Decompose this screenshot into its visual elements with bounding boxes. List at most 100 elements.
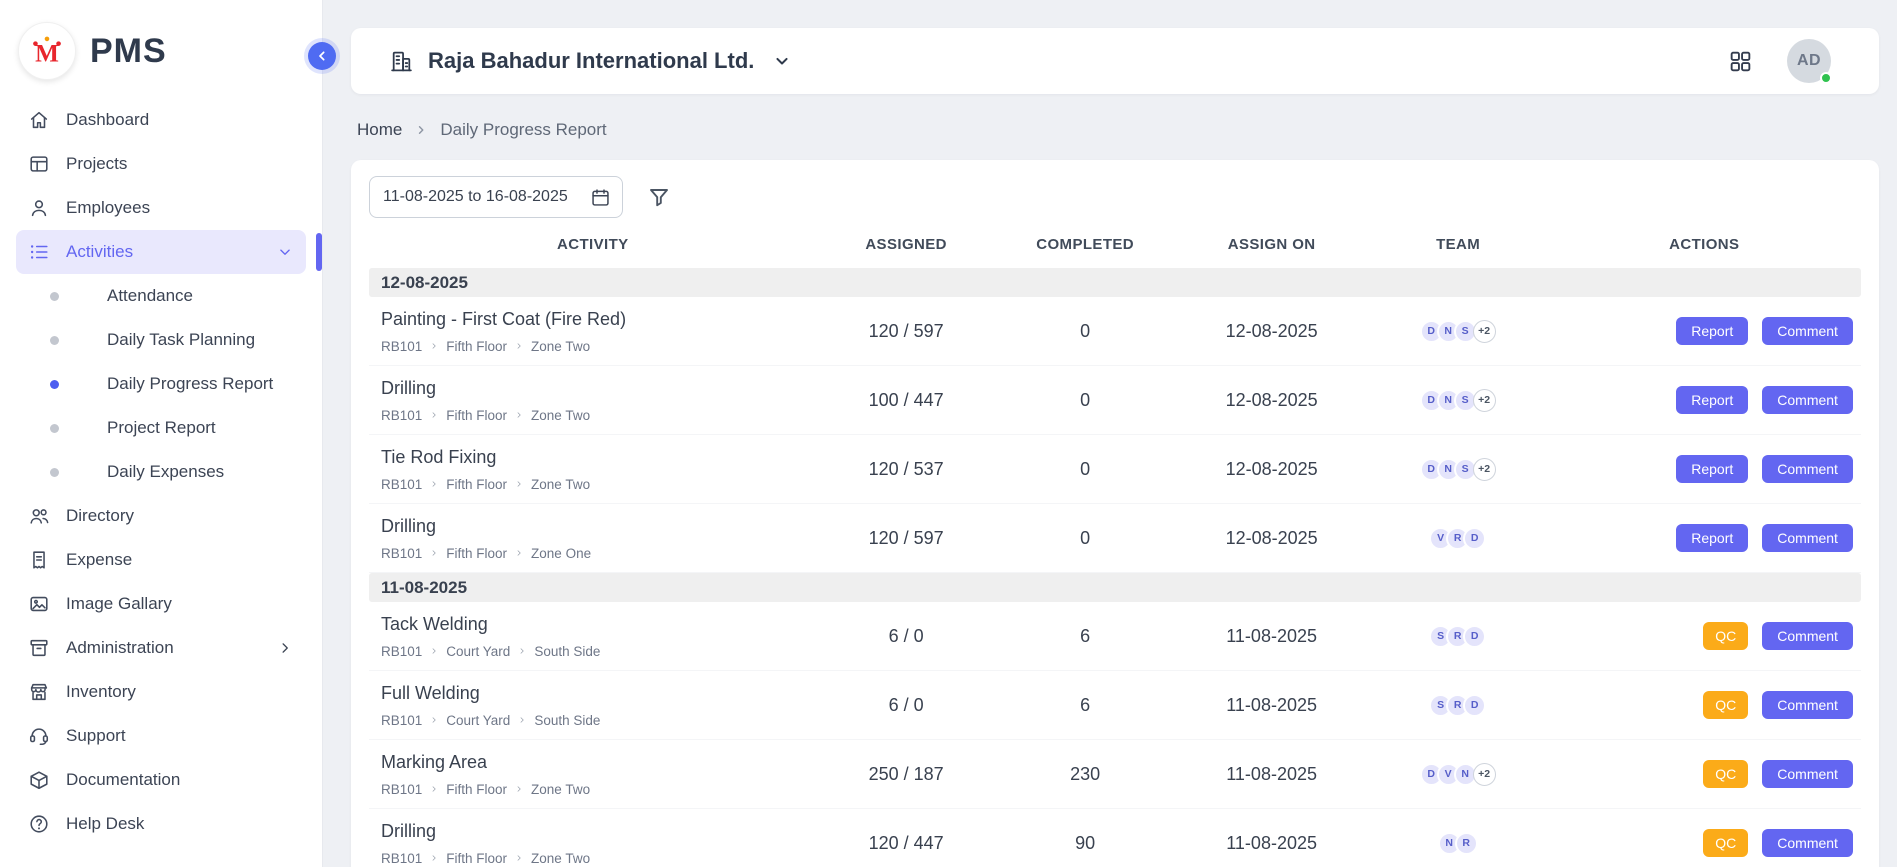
sidebar-item-label: Documentation xyxy=(66,770,180,790)
activity-cell: DrillingRB101Fifth FloorZone Two xyxy=(369,821,817,866)
qc-button[interactable]: QC xyxy=(1703,760,1748,789)
chevron-right-icon xyxy=(429,479,439,489)
sidebar-item-help-desk[interactable]: Help Desk xyxy=(16,802,306,846)
app-title: PMS xyxy=(90,32,167,71)
report-button[interactable]: Report xyxy=(1676,317,1748,346)
team-member-avatar[interactable]: D xyxy=(1463,694,1486,717)
path-segment: RB101 xyxy=(381,477,422,492)
sidebar-item-inventory[interactable]: Inventory xyxy=(16,670,306,714)
activity-location-path: RB101Fifth FloorZone Two xyxy=(381,477,817,492)
employee-icon xyxy=(28,197,50,219)
qc-button[interactable]: QC xyxy=(1703,622,1748,651)
qc-button[interactable]: QC xyxy=(1703,691,1748,720)
path-segment: Fifth Floor xyxy=(446,477,507,492)
table-body: 12-08-2025Painting - First Coat (Fire Re… xyxy=(369,268,1861,867)
activity-cell: Drilling RB101Fifth FloorZone One xyxy=(369,516,817,561)
apps-grid-icon[interactable] xyxy=(1728,49,1753,74)
sidebar-subitem-project-report[interactable]: Project Report xyxy=(16,406,306,450)
activity-row: DrillingRB101Fifth FloorZone Two120 / 44… xyxy=(369,809,1861,867)
path-segment: RB101 xyxy=(381,713,422,728)
company-name: Raja Bahadur International Ltd. xyxy=(428,48,754,74)
comment-button[interactable]: Comment xyxy=(1762,317,1853,346)
comment-button[interactable]: Comment xyxy=(1762,829,1853,858)
bullet-icon xyxy=(50,292,59,301)
report-button[interactable]: Report xyxy=(1676,386,1748,415)
chevron-right-icon xyxy=(514,410,524,420)
comment-button[interactable]: Comment xyxy=(1762,524,1853,553)
sidebar-item-projects[interactable]: Projects xyxy=(16,142,306,186)
sidebar-subitem-daily-task-planning[interactable]: Daily Task Planning xyxy=(16,318,306,362)
comment-button[interactable]: Comment xyxy=(1762,760,1853,789)
path-segment: Court Yard xyxy=(446,644,510,659)
team-more-chip[interactable]: +2 xyxy=(1473,320,1496,343)
filter-icon[interactable] xyxy=(647,185,671,209)
sidebar-subitem-attendance[interactable]: Attendance xyxy=(16,274,306,318)
comment-button[interactable]: Comment xyxy=(1762,386,1853,415)
report-button[interactable]: Report xyxy=(1676,455,1748,484)
sidebar-subitem-label: Project Report xyxy=(107,418,216,438)
company-selector[interactable]: Raja Bahadur International Ltd. xyxy=(389,48,792,74)
comment-button[interactable]: Comment xyxy=(1762,622,1853,651)
path-segment: RB101 xyxy=(381,546,422,561)
report-button[interactable]: Report xyxy=(1676,524,1748,553)
directory-icon xyxy=(28,505,50,527)
path-segment: Fifth Floor xyxy=(446,782,507,797)
sidebar-item-label: Administration xyxy=(66,638,174,658)
actions-cell: QC Comment xyxy=(1548,760,1861,789)
sidebar-item-administration[interactable]: Administration xyxy=(16,626,306,670)
documentation-icon xyxy=(28,769,50,791)
path-segment: Zone Two xyxy=(531,408,590,423)
column-header-activity: ACTIVITY xyxy=(369,236,817,253)
sidebar-item-dashboard[interactable]: Dashboard xyxy=(16,98,306,142)
chevron-right-icon xyxy=(514,548,524,558)
activity-title: Drilling xyxy=(381,516,817,537)
activity-row: DrillingRB101Fifth FloorZone One120 / 59… xyxy=(369,504,1861,573)
sidebar-subitem-daily-progress-report[interactable]: Daily Progress Report xyxy=(16,362,306,406)
sidebar-item-employees[interactable]: Employees xyxy=(16,186,306,230)
chevron-left-icon xyxy=(314,48,330,64)
path-segment: Zone Two xyxy=(531,851,590,866)
date-group-header: 12-08-2025 xyxy=(369,268,1861,297)
team-member-avatar[interactable]: D xyxy=(1463,625,1486,648)
chevron-down-icon xyxy=(772,51,792,71)
activity-title: Drilling xyxy=(381,821,817,842)
sidebar-item-support[interactable]: Support xyxy=(16,714,306,758)
team-more-chip[interactable]: +2 xyxy=(1473,458,1496,481)
completed-value: 0 xyxy=(996,528,1175,549)
date-range-input[interactable]: 11-08-2025 to 16-08-2025 xyxy=(369,176,623,218)
svg-text:M: M xyxy=(35,41,59,68)
sidebar-item-activities[interactable]: Activities xyxy=(16,230,306,274)
chevron-down-icon xyxy=(276,243,294,261)
team-more-chip[interactable]: +2 xyxy=(1473,389,1496,412)
sidebar-item-label: Inventory xyxy=(66,682,136,702)
qc-button[interactable]: QC xyxy=(1703,829,1748,858)
completed-value: 6 xyxy=(996,626,1175,647)
assign-on-date: 11-08-2025 xyxy=(1175,626,1369,647)
breadcrumb-home[interactable]: Home xyxy=(357,120,402,140)
sidebar-item-image-gallary[interactable]: Image Gallary xyxy=(16,582,306,626)
path-segment: Zone Two xyxy=(531,782,590,797)
team-more-chip[interactable]: +2 xyxy=(1473,763,1496,786)
activity-title: Drilling xyxy=(381,378,817,399)
chevron-right-icon xyxy=(429,646,439,656)
helpdesk-icon xyxy=(28,813,50,835)
user-avatar[interactable]: AD xyxy=(1787,39,1831,83)
sidebar-collapse-button[interactable] xyxy=(308,42,336,70)
comment-button[interactable]: Comment xyxy=(1762,691,1853,720)
path-segment: RB101 xyxy=(381,339,422,354)
sidebar-item-directory[interactable]: Directory xyxy=(16,494,306,538)
assigned-value: 120 / 597 xyxy=(817,321,996,342)
breadcrumb-current: Daily Progress Report xyxy=(440,120,606,140)
team-member-avatar[interactable]: D xyxy=(1463,527,1486,550)
report-card: 11-08-2025 to 16-08-2025 ACTIVITYASSIGNE… xyxy=(351,160,1879,867)
sidebar-subitem-daily-expenses[interactable]: Daily Expenses xyxy=(16,450,306,494)
comment-button[interactable]: Comment xyxy=(1762,455,1853,484)
chevron-right-icon xyxy=(429,548,439,558)
team-member-avatar[interactable]: R xyxy=(1455,832,1478,855)
sidebar-item-expense[interactable]: Expense xyxy=(16,538,306,582)
activity-row: DrillingRB101Fifth FloorZone Two100 / 44… xyxy=(369,366,1861,435)
inventory-icon xyxy=(28,681,50,703)
activity-location-path: RB101Fifth FloorZone One xyxy=(381,546,817,561)
actions-cell: QC Comment xyxy=(1548,622,1861,651)
sidebar-item-documentation[interactable]: Documentation xyxy=(16,758,306,802)
